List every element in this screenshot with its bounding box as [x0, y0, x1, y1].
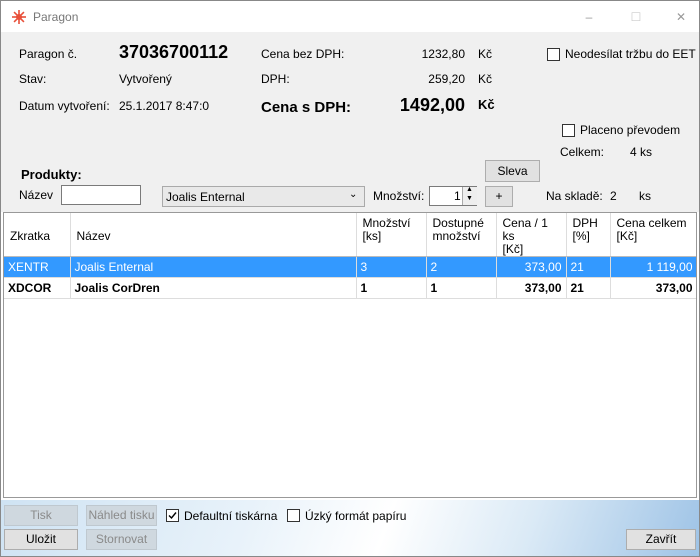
- cell-qty: 1: [356, 277, 427, 299]
- column-header-text: Množství [ks]: [362, 216, 411, 243]
- stock-label: Na skladě:: [546, 189, 603, 203]
- save-button[interactable]: Uložit: [4, 529, 78, 550]
- column-header-text: DPH [%]: [572, 216, 598, 243]
- cell-name: Joalis Enternal: [70, 256, 357, 278]
- vat-value: 259,20: [428, 72, 465, 86]
- price-vat-currency: Kč: [478, 97, 495, 112]
- column-header[interactable]: Dostupné množství: [426, 213, 497, 257]
- column-header-text: Cena celkem [Kč]: [616, 216, 687, 243]
- created-value: 25.1.2017 8:47:0: [119, 99, 210, 113]
- chevron-down-icon: ⌄: [349, 189, 358, 200]
- narrow-paper-checkbox[interactable]: [287, 509, 300, 522]
- state-label: Stav:: [19, 72, 47, 86]
- add-product-button[interactable]: +: [485, 186, 513, 207]
- cell-code: XENTR: [4, 256, 71, 278]
- close-button[interactable]: Zavřít: [626, 529, 696, 550]
- title-bar: Paragon – ☐ ✕: [1, 1, 699, 32]
- stock-unit: ks: [639, 189, 651, 203]
- footer-bar: Tisk Náhled tisku Defaultní tiskárna Úzk…: [1, 500, 699, 556]
- cell-unit-price: 373,00: [496, 277, 567, 299]
- paragon-window: Paragon – ☐ ✕ Paragon č. 37036700112 Sta…: [0, 0, 700, 557]
- receipt-header-panel: Paragon č. 37036700112 Stav: Vytvořený D…: [1, 32, 699, 212]
- cell-unit-price: 373,00: [496, 256, 567, 278]
- no-eet-label: Neodesílat tržbu do EET: [565, 47, 696, 61]
- cancel-receipt-button[interactable]: Stornovat: [86, 529, 157, 550]
- narrow-paper-label: Úzký formát papíru: [305, 509, 407, 523]
- table-row[interactable]: XDCOR Joalis CorDren 1 1 373,00 21 373,0…: [4, 277, 696, 299]
- cell-code: XDCOR: [4, 277, 71, 299]
- products-section-label: Produkty:: [21, 167, 82, 182]
- state-value: Vytvořený: [119, 72, 172, 86]
- vat-label: DPH:: [261, 72, 290, 86]
- cell-available: 1: [426, 277, 497, 299]
- price-vat-value: 1492,00: [399, 95, 465, 115]
- price-vat-label: Cena s DPH:: [261, 99, 352, 116]
- cell-available: 2: [426, 256, 497, 278]
- no-eet-checkbox[interactable]: [547, 48, 560, 61]
- receipt-number: 37036700112: [119, 42, 229, 62]
- qty-label: Množství:: [373, 189, 425, 203]
- column-header[interactable]: Cena celkem [Kč]: [610, 213, 696, 257]
- transfer-checkbox[interactable]: [562, 124, 575, 137]
- vat-currency: Kč: [478, 72, 493, 86]
- cell-name: Joalis CorDren: [70, 277, 357, 299]
- transfer-label: Placeno převodem: [580, 123, 681, 137]
- minimize-button[interactable]: –: [579, 7, 599, 27]
- column-header[interactable]: Cena / 1 ks [Kč]: [496, 213, 567, 257]
- qty-value: 1: [454, 189, 461, 203]
- column-header[interactable]: DPH [%]: [566, 213, 611, 257]
- column-header-text: Cena / 1 ks [Kč]: [502, 216, 548, 256]
- product-select[interactable]: Joalis Enternal ⌄: [162, 186, 365, 207]
- print-button[interactable]: Tisk: [4, 505, 78, 526]
- spin-up-icon[interactable]: ▲: [466, 186, 473, 193]
- price-no-vat-label: Cena bez DPH:: [261, 47, 345, 61]
- window-title: Paragon: [33, 10, 79, 24]
- column-header[interactable]: Množství [ks]: [356, 213, 427, 257]
- product-selected-value: Joalis Enternal: [166, 190, 245, 204]
- products-table[interactable]: Zkratka Název Množství [ks] Dostupné mno…: [3, 212, 697, 498]
- column-header[interactable]: Název: [70, 213, 357, 257]
- name-label: Název: [19, 188, 54, 202]
- spin-down-icon[interactable]: ▼: [466, 195, 473, 202]
- checkmark-icon: [168, 512, 177, 520]
- qty-spin-buttons[interactable]: ▲ ▼: [462, 186, 477, 205]
- cell-total-price: 373,00: [610, 277, 696, 299]
- column-header[interactable]: Zkratka: [4, 213, 71, 257]
- cell-vat: 21: [566, 277, 611, 299]
- name-search-input[interactable]: [61, 185, 141, 205]
- price-no-vat-value: 1232,80: [421, 47, 465, 61]
- discount-button[interactable]: Sleva: [485, 160, 540, 182]
- close-window-button[interactable]: ✕: [671, 7, 691, 27]
- table-row[interactable]: XENTR Joalis Enternal 3 2 373,00 21 1 11…: [4, 256, 696, 278]
- default-printer-checkbox[interactable]: [166, 509, 179, 522]
- total-label: Celkem:: [560, 145, 605, 159]
- column-header-text: Dostupné množství: [432, 216, 484, 243]
- print-preview-button[interactable]: Náhled tisku: [86, 505, 157, 526]
- cell-vat: 21: [566, 256, 611, 278]
- total-value: 4 ks: [630, 145, 653, 159]
- app-icon: [12, 10, 26, 24]
- cell-qty: 3: [356, 256, 427, 278]
- cell-total-price: 1 119,00: [610, 256, 696, 278]
- receipt-number-label: Paragon č.: [19, 47, 78, 61]
- price-no-vat-currency: Kč: [478, 47, 493, 61]
- stock-value: 2: [610, 189, 617, 203]
- maximize-button[interactable]: ☐: [626, 7, 646, 27]
- default-printer-label: Defaultní tiskárna: [184, 509, 278, 523]
- table-header-row: Zkratka Název Množství [ks] Dostupné mno…: [4, 213, 696, 257]
- created-label: Datum vytvoření:: [19, 99, 110, 113]
- qty-stepper[interactable]: 1 ▲ ▼: [429, 186, 477, 206]
